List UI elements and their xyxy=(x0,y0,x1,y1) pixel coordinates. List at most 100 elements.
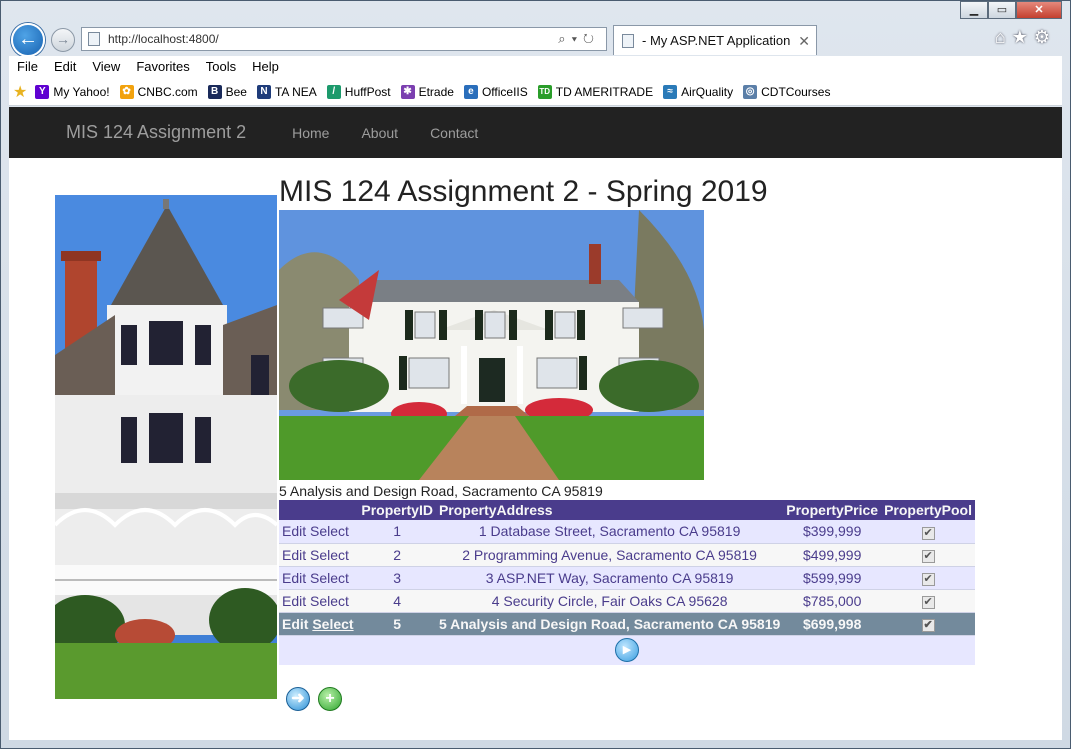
pager-row: ▶ xyxy=(279,635,975,665)
site-navbar: MIS 124 Assignment 2 Home About Contact xyxy=(9,107,1062,158)
cdtcourses-icon: ◎ xyxy=(743,84,758,99)
fav-cdtcourses[interactable]: ◎ CDTCourses xyxy=(743,84,831,99)
selected-property-label: 5 Analysis and Design Road, Sacramento C… xyxy=(279,483,603,499)
tab-page-icon xyxy=(622,34,634,48)
pool-checkbox: ✔ xyxy=(921,619,935,632)
nav-contact[interactable]: Contact xyxy=(414,125,494,141)
maximize-button[interactable]: ▭ xyxy=(988,1,1016,19)
property-pool-cell: ✔ xyxy=(881,589,975,613)
property-pool-cell: ✔ xyxy=(881,543,975,567)
page-icon xyxy=(88,32,100,46)
fav-label: TD AMERITRADE xyxy=(555,84,654,99)
select-link[interactable]: Select xyxy=(310,570,349,586)
property-price-cell: $499,999 xyxy=(783,543,882,567)
site-brand[interactable]: MIS 124 Assignment 2 xyxy=(66,122,246,143)
fav-td-ameritrade[interactable]: TD TD AMERITRADE xyxy=(537,84,654,99)
table-row-selected: Edit Select 5 5 Analysis and Design Road… xyxy=(279,612,975,636)
header-property-address[interactable]: PropertyAddress xyxy=(435,500,784,520)
table-row: Edit Select 3 3 ASP.NET Way, Sacramento … xyxy=(279,566,975,590)
table-row: Edit Select 4 4 Security Circle, Fair Oa… xyxy=(279,589,975,613)
menu-favorites[interactable]: Favorites xyxy=(128,56,197,78)
play-icon[interactable]: ▶ xyxy=(615,638,639,663)
property-id-cell: 4 xyxy=(358,589,436,613)
property-address-cell: 2 Programming Avenue, Sacramento CA 9581… xyxy=(435,543,784,567)
nav-about[interactable]: About xyxy=(345,125,414,141)
fav-airquality[interactable]: ≈ AirQuality xyxy=(663,84,734,99)
select-link[interactable]: Select xyxy=(310,547,349,563)
property-id-cell: 2 xyxy=(358,543,436,567)
property-id-cell: 5 xyxy=(358,612,436,636)
address-tools[interactable]: ⌕▾↻ xyxy=(558,28,600,50)
edit-link[interactable]: Edit xyxy=(282,523,306,539)
header-property-id[interactable]: PropertyID xyxy=(358,500,436,520)
fav-huffpost[interactable]: / HuffPost xyxy=(326,84,391,99)
favorites-star-icon[interactable]: ★ xyxy=(13,82,27,102)
pool-checkbox: ✔ xyxy=(921,526,935,540)
browser-window: ▁ ▭ ✕ ← → http://localhost:4800/ ⌕▾↻ - M… xyxy=(0,0,1071,749)
tab-my-aspnet-application[interactable]: - My ASP.NET Application ✕ xyxy=(613,25,817,55)
fav-officeiis[interactable]: e OfficeIIS xyxy=(463,84,528,99)
ta-nea-icon: N xyxy=(256,84,271,99)
select-link[interactable]: Select xyxy=(312,616,353,632)
minimize-button[interactable]: ▁ xyxy=(960,1,988,19)
edit-link[interactable]: Edit xyxy=(282,547,306,563)
fav-label: CNBC.com xyxy=(137,84,198,99)
next-arrow-icon[interactable]: ➜ xyxy=(286,687,310,711)
menu-view[interactable]: View xyxy=(84,56,128,78)
fav-label: OfficeIIS xyxy=(481,84,528,99)
property-price-cell: $785,000 xyxy=(783,589,882,613)
menu-file[interactable]: File xyxy=(9,56,46,78)
property-grid: PropertyID PropertyAddress PropertyPrice… xyxy=(279,500,975,665)
colonial-house-image xyxy=(279,210,704,480)
cnbc-icon: ✿ xyxy=(119,84,134,99)
td-icon: TD xyxy=(537,84,552,99)
forward-arrow-icon[interactable]: → xyxy=(51,28,75,52)
table-row: Edit Select 1 1 Database Street, Sacrame… xyxy=(279,520,975,544)
bee-icon: B xyxy=(207,84,222,99)
fav-cnbc[interactable]: ✿ CNBC.com xyxy=(119,84,198,99)
close-window-button[interactable]: ✕ xyxy=(1016,1,1062,19)
favorites-bar: ★ Y My Yahoo! ✿ CNBC.com B Bee N TA NEA / Huf… xyxy=(9,78,1062,106)
pool-checkbox: ✔ xyxy=(921,573,935,586)
row-actions: Edit Select xyxy=(279,612,359,636)
edit-link[interactable]: Edit xyxy=(282,570,306,586)
menu-help[interactable]: Help xyxy=(244,56,287,78)
pager-cell: ▶ xyxy=(279,635,975,665)
property-price-cell: $699,998 xyxy=(783,612,882,636)
select-link[interactable]: Select xyxy=(310,523,349,539)
nav-home[interactable]: Home xyxy=(276,125,345,141)
ie-icon: e xyxy=(463,84,478,99)
fav-label: CDTCourses xyxy=(761,84,831,99)
menu-tools[interactable]: Tools xyxy=(198,56,244,78)
header-property-pool[interactable]: PropertyPool xyxy=(881,500,975,520)
menu-bar: File Edit View Favorites Tools Help xyxy=(9,56,1062,78)
address-bar[interactable]: http://localhost:4800/ ⌕▾↻ xyxy=(81,27,607,51)
menu-edit[interactable]: Edit xyxy=(46,56,84,78)
plus-icon[interactable]: + xyxy=(318,687,342,711)
huffpost-icon: / xyxy=(326,84,341,99)
navigation-row: ← → http://localhost:4800/ ⌕▾↻ - My ASP.… xyxy=(9,23,1062,57)
fav-label: Etrade xyxy=(418,84,454,99)
select-link[interactable]: Select xyxy=(310,593,349,609)
grid-header-row: PropertyID PropertyAddress PropertyPrice… xyxy=(279,500,975,520)
property-id-cell: 3 xyxy=(358,566,436,590)
tab-close-icon[interactable]: ✕ xyxy=(798,26,810,56)
fav-ta-nea[interactable]: N TA NEA xyxy=(256,84,317,99)
property-address-cell: 5 Analysis and Design Road, Sacramento C… xyxy=(435,612,784,636)
fav-label: AirQuality xyxy=(681,84,734,99)
fav-my-yahoo[interactable]: Y My Yahoo! xyxy=(35,84,110,99)
edit-link[interactable]: Edit xyxy=(282,593,306,609)
edit-link[interactable]: Edit xyxy=(282,616,308,632)
browser-tools[interactable]: ⌂★⚙ xyxy=(995,27,1056,48)
page-viewport: MIS 124 Assignment 2 Home About Contact xyxy=(9,107,1062,740)
header-property-price[interactable]: PropertyPrice xyxy=(783,500,882,520)
etrade-icon: ✱ xyxy=(400,84,415,99)
property-pool-cell: ✔ xyxy=(881,612,975,636)
fav-bee[interactable]: B Bee xyxy=(207,84,247,99)
yahoo-icon: Y xyxy=(35,84,50,99)
fav-label: My Yahoo! xyxy=(53,84,110,99)
back-arrow-icon[interactable]: ← xyxy=(11,23,45,57)
property-price-cell: $599,999 xyxy=(783,566,882,590)
fav-etrade[interactable]: ✱ Etrade xyxy=(400,84,454,99)
property-pool-cell: ✔ xyxy=(881,520,975,544)
